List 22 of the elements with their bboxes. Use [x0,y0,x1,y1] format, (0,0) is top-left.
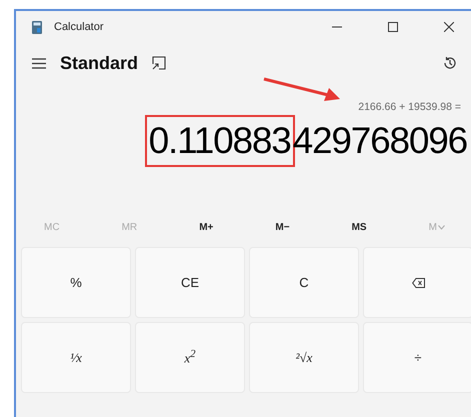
window-title: Calculator [54,21,105,33]
operator-button[interactable]: ÷ [363,322,471,393]
calculator-icon [32,20,42,34]
mode-title: Standard [60,52,138,74]
highlighted-digits: 0.110883 [146,117,293,165]
function-button[interactable]: ²√x [249,322,359,393]
chevron-down-icon [438,224,445,230]
maximize-icon [388,22,398,32]
operator-button[interactable]: CE [135,247,245,318]
operator-button[interactable]: C [249,247,359,318]
close-icon [444,22,454,32]
function-button[interactable]: x$^{2}$ [135,322,245,393]
memory-button[interactable]: MS [348,220,371,234]
memory-button[interactable]: M+ [195,220,218,234]
expression-text: 2166.66 + 19539.98 = [358,101,461,113]
memory-button[interactable]: M− [271,220,294,234]
operator-button[interactable]: % [21,247,131,318]
menu-icon [32,58,46,68]
window-arrow-icon [152,56,166,70]
history-icon [443,56,457,70]
function-button[interactable]: ¹⁄x [21,322,131,393]
backspace-icon [412,278,424,288]
